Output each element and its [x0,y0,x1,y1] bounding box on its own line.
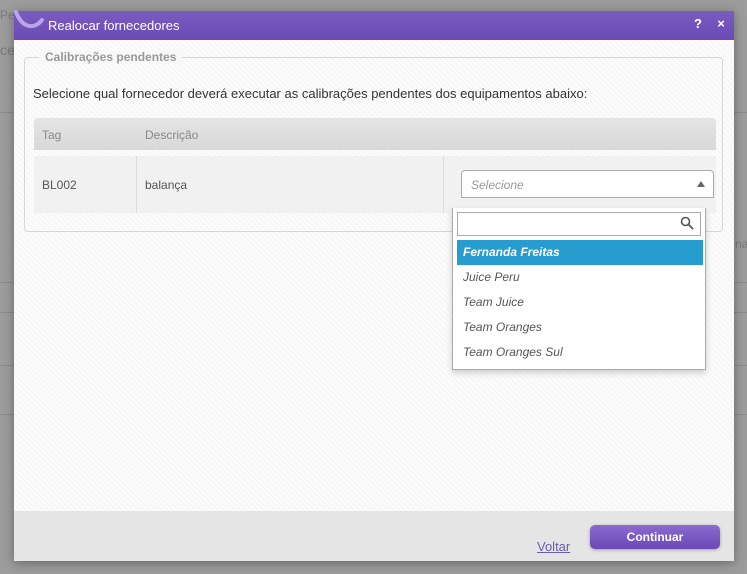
help-button[interactable]: ? [690,16,706,32]
dialog-title: Realocar fornecedores [48,18,180,33]
equipment-grid: Tag Descrição BL002 balança Selecione [34,118,716,213]
cell-divider [136,156,137,213]
cell-tag: BL002 [42,178,77,192]
app-logo-icon [14,10,44,29]
pending-calibrations-panel: Calibrações pendentes Selecione qual for… [24,50,723,232]
search-icon [680,216,694,230]
background-text: na [735,237,747,251]
dialog-titlebar: Realocar fornecedores ? × [14,10,734,40]
continue-button[interactable]: Continuar [590,525,720,549]
fornecedor-dropdown: Fernanda Freitas Juice Peru Team Juice T… [452,208,706,370]
dropdown-option[interactable]: Team Oranges [457,315,703,340]
fornecedor-select[interactable]: Selecione [461,170,714,198]
panel-instruction: Selecione qual fornecedor deverá executa… [33,86,588,101]
table-row: BL002 balança Selecione [34,156,716,213]
back-link[interactable]: Voltar [537,539,570,554]
column-header-descricao[interactable]: Descrição [145,128,198,142]
dropdown-search-input[interactable] [457,212,701,236]
dropdown-options: Fernanda Freitas Juice Peru Team Juice T… [457,240,703,365]
dropdown-option[interactable]: Juice Peru [457,265,703,290]
column-header-tag[interactable]: Tag [42,128,61,142]
dropdown-option[interactable]: Team Juice [457,290,703,315]
select-placeholder: Selecione [471,178,524,192]
chevron-up-icon [697,181,705,187]
grid-header: Tag Descrição [34,118,716,150]
dropdown-option[interactable]: Team Oranges Sul [457,340,703,365]
panel-legend: Calibrações pendentes [39,50,183,64]
dropdown-option[interactable]: Fernanda Freitas [457,240,703,265]
cell-descricao: balança [145,178,188,192]
background-text: ce [0,42,15,58]
dialog-footer: Voltar Continuar [14,511,734,561]
cell-divider [443,156,444,213]
close-button[interactable]: × [713,16,729,32]
